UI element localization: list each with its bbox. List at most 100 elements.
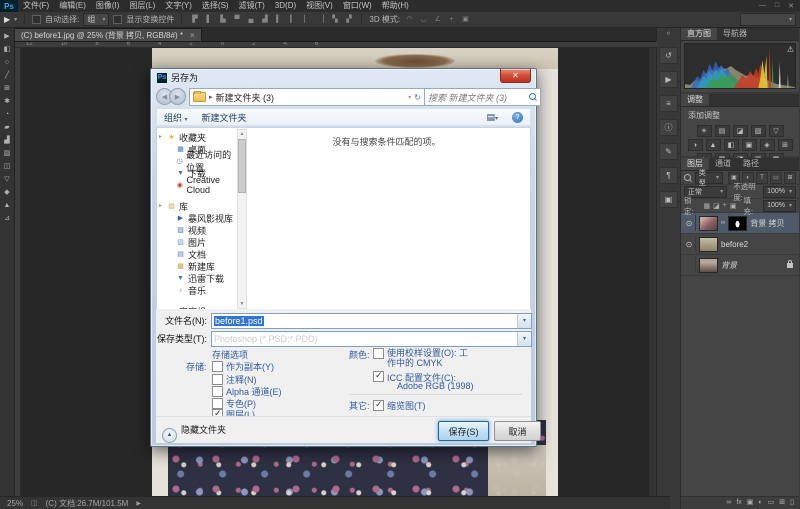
sidebar-item[interactable]: ▤ 文档 bbox=[158, 248, 236, 260]
layer-row-background[interactable]: 背景 bbox=[681, 255, 799, 276]
sidebar-scrollbar[interactable]: ▲ ▼ bbox=[237, 129, 247, 309]
3d-mode-icon[interactable]: ▣ bbox=[460, 14, 471, 25]
save-button[interactable]: 保存(S) bbox=[438, 421, 489, 441]
align-icon[interactable]: ▎ bbox=[287, 14, 298, 25]
layers-footer-icon[interactable]: ▭ bbox=[768, 497, 775, 509]
filename-input[interactable]: before1.psd ▾ bbox=[211, 313, 532, 329]
menu-item[interactable]: 文件(F) bbox=[18, 0, 54, 12]
canvas-scrollbar[interactable] bbox=[648, 48, 656, 497]
sidebar-item[interactable]: ◷ 最近访问的位置 bbox=[158, 155, 236, 167]
tab-close-icon[interactable]: × bbox=[190, 31, 195, 40]
hide-folders-button[interactable]: ▲隐藏文件夹 bbox=[162, 423, 226, 443]
show-transform-checkbox[interactable] bbox=[113, 15, 122, 24]
lock-icon[interactable]: ◪ bbox=[713, 202, 720, 210]
tool-icon[interactable]: ▲ bbox=[4, 202, 11, 209]
panel-icon[interactable]: ⓘ bbox=[659, 119, 678, 136]
views-button[interactable]: ▤▾ bbox=[486, 112, 498, 123]
tool-icon[interactable]: ▨ bbox=[4, 150, 11, 157]
adjustment-icon[interactable]: ☀ bbox=[697, 125, 712, 137]
tool-preset-caret-icon[interactable]: ▾ bbox=[14, 16, 17, 23]
maximize-icon[interactable]: □ bbox=[775, 2, 779, 10]
filetype-dropdown[interactable]: Photoshop (*.PSD;*.PDD) ▾ bbox=[211, 331, 532, 347]
breadcrumb[interactable]: 新建文件夹 (3) bbox=[216, 91, 275, 104]
alpha-checkbox[interactable] bbox=[212, 386, 223, 397]
align-icon[interactable]: ▄ bbox=[245, 14, 256, 25]
adjustment-icon[interactable]: ▧ bbox=[751, 125, 766, 137]
adjustment-icon[interactable]: ▲ bbox=[706, 139, 721, 151]
sidebar-item[interactable]: ▤ 库 bbox=[158, 200, 236, 212]
tool-icon[interactable]: ▰ bbox=[4, 124, 9, 131]
filter-kind-icon[interactable]: ▭ bbox=[770, 172, 782, 184]
lock-icon[interactable]: ▦ bbox=[704, 202, 711, 210]
icc-checkbox[interactable] bbox=[373, 371, 384, 382]
adjustment-icon[interactable]: ⊞ bbox=[778, 139, 793, 151]
menu-item[interactable]: 图层(L) bbox=[124, 0, 160, 12]
sidebar-item[interactable]: ▧ 视频 bbox=[158, 224, 236, 236]
tool-icon[interactable]: ◔ bbox=[5, 111, 9, 118]
tool-icon[interactable]: ⊞ bbox=[4, 85, 10, 92]
thumbnail-option[interactable]: 缩览图(T) bbox=[373, 399, 426, 412]
tool-icon[interactable]: ▟ bbox=[4, 137, 9, 144]
layer-thumbnail[interactable] bbox=[699, 216, 718, 231]
layer-mask-thumbnail[interactable] bbox=[728, 216, 747, 231]
lock-icon[interactable]: + bbox=[723, 202, 727, 210]
layer-name[interactable]: before2 bbox=[721, 240, 748, 249]
scroll-down-icon[interactable]: ▼ bbox=[238, 300, 246, 308]
refresh-icon[interactable]: ↻ bbox=[414, 93, 421, 102]
sidebar-item[interactable]: ▨ 图片 bbox=[158, 236, 236, 248]
filename-value[interactable]: before1.psd bbox=[214, 316, 264, 326]
forward-button[interactable]: ▶ bbox=[169, 88, 186, 105]
as-copy-checkbox[interactable] bbox=[212, 361, 223, 372]
tool-icon[interactable]: ✱ bbox=[4, 98, 10, 105]
sidebar-item[interactable]: ▼ 迅雷下载 bbox=[158, 272, 236, 284]
search-box[interactable]: 搜索 新建文件夹 (3) bbox=[424, 88, 541, 106]
opacity-dropdown[interactable]: 100%▾ bbox=[763, 186, 796, 198]
status-options-arrow-icon[interactable]: ▶ bbox=[136, 500, 141, 507]
adjustment-icon[interactable]: ◈ bbox=[760, 139, 775, 151]
layers-footer-icon[interactable]: ▯ bbox=[790, 497, 794, 509]
tab-channels[interactable]: 通道 bbox=[709, 158, 737, 170]
filter-kind-icon[interactable]: ⊞ bbox=[784, 172, 796, 184]
layers-footer-icon[interactable]: fx bbox=[736, 497, 741, 509]
align-icon[interactable]: ▟ bbox=[259, 14, 270, 25]
filetype-caret-icon[interactable]: ▾ bbox=[517, 332, 531, 346]
menu-item[interactable]: 视图(V) bbox=[301, 0, 338, 12]
panel-icon[interactable]: ¶ bbox=[659, 167, 678, 184]
tool-icon[interactable]: ▶ bbox=[4, 33, 9, 40]
tab-paths[interactable]: 路径 bbox=[737, 158, 765, 170]
menu-item[interactable]: 滤镜(T) bbox=[234, 0, 270, 12]
tab-histogram[interactable]: 直方图 bbox=[681, 28, 717, 40]
panel-icon[interactable]: ✎ bbox=[659, 143, 678, 160]
fill-dropdown[interactable]: 100%▾ bbox=[763, 200, 796, 212]
lock-icon[interactable]: ▣ bbox=[730, 202, 737, 210]
tool-icon[interactable]: ⊿ bbox=[4, 215, 10, 222]
align-icon[interactable]: ▏ bbox=[301, 14, 312, 25]
visibility-eye-icon[interactable]: ⊙ bbox=[683, 215, 696, 231]
panel-icon[interactable]: ▣ bbox=[659, 191, 678, 208]
visibility-eye-icon[interactable]: ⊙ bbox=[683, 236, 696, 252]
layer-thumbnail[interactable] bbox=[699, 237, 718, 252]
adjustment-icon[interactable]: ▣ bbox=[742, 139, 757, 151]
collapse-panels-icon[interactable]: « bbox=[667, 30, 671, 40]
workspace-dropdown[interactable]: ▾ bbox=[740, 13, 796, 26]
layer-row-before2[interactable]: ⊙ before2 bbox=[681, 234, 799, 255]
layer-name[interactable]: 背景 bbox=[721, 260, 737, 271]
align-icon[interactable]: ▍ bbox=[273, 14, 284, 25]
align-icon[interactable]: ▙ bbox=[217, 14, 228, 25]
warning-icon[interactable]: ⚠ bbox=[787, 45, 794, 54]
search-input[interactable]: 搜索 新建文件夹 (3) bbox=[428, 91, 507, 104]
tool-icon[interactable]: ◆ bbox=[4, 189, 9, 196]
dialog-close-button[interactable]: ✕ bbox=[500, 69, 531, 83]
3d-mode-icon[interactable]: + bbox=[446, 14, 457, 25]
menu-item[interactable]: 窗口(W) bbox=[338, 0, 377, 12]
tool-icon[interactable]: ◫ bbox=[4, 163, 11, 170]
mask-link-icon[interactable]: ∞ bbox=[721, 220, 725, 226]
align-icon[interactable]: ▚ bbox=[329, 14, 340, 25]
filename-caret-icon[interactable]: ▾ bbox=[517, 314, 531, 328]
panel-icon[interactable]: ≡ bbox=[659, 95, 678, 112]
close-icon[interactable]: ✕ bbox=[788, 2, 794, 10]
menu-item[interactable]: 文字(Y) bbox=[160, 0, 197, 12]
move-tool-icon[interactable]: ▶ bbox=[4, 15, 10, 24]
annotations-checkbox[interactable] bbox=[212, 374, 223, 385]
organize-button[interactable]: 组织 ▾ bbox=[164, 111, 188, 124]
